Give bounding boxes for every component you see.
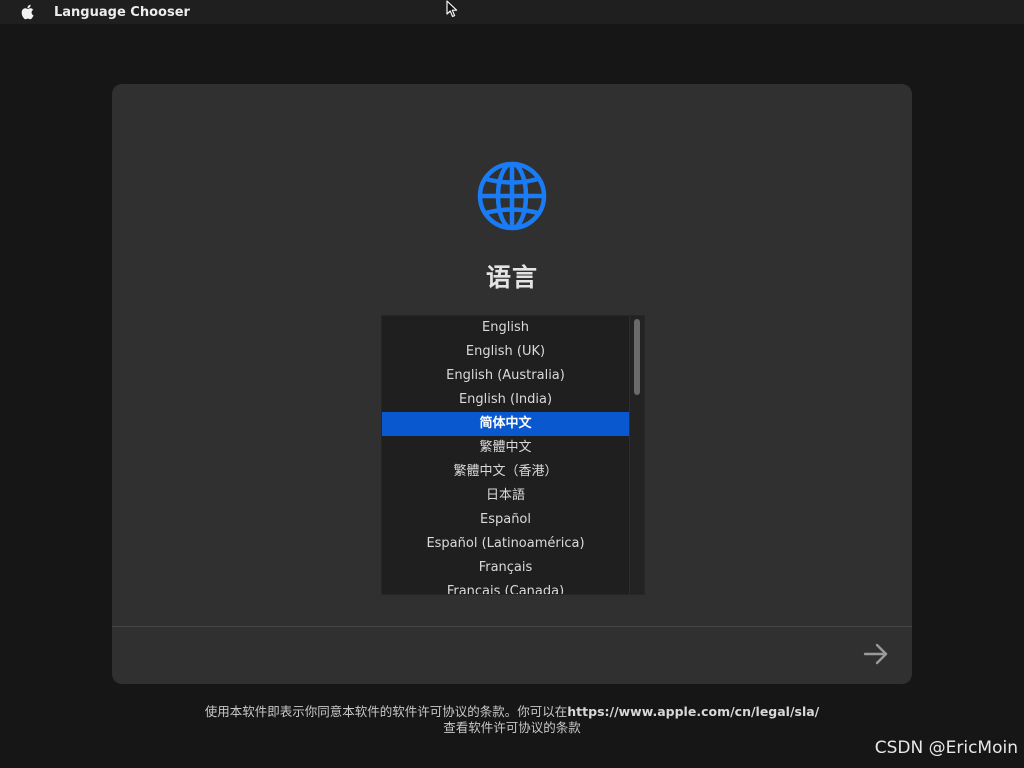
license-line-2: 查看软件许可协议的条款 [443,720,581,735]
language-list[interactable]: English English (UK) English (Australia) En… [381,315,645,595]
arrow-right-icon [863,643,888,665]
language-option[interactable]: English [382,316,629,340]
language-option[interactable]: Français (Canada) [382,580,629,594]
language-option[interactable]: 繁體中文（香港） [382,460,629,484]
scrollbar[interactable] [629,316,644,594]
language-option[interactable]: Français [382,556,629,580]
language-option[interactable]: English (India) [382,388,629,412]
globe-icon [476,160,548,232]
language-list-items: English English (UK) English (Australia) En… [382,316,629,594]
language-option[interactable]: Español [382,508,629,532]
language-option[interactable]: 繁體中文 [382,436,629,460]
apple-logo-icon[interactable] [0,0,54,24]
license-link[interactable]: https://www.apple.com/cn/legal/sla/ [567,704,819,719]
language-option[interactable]: 简体中文 [382,412,629,436]
license-line-1: 使用本软件即表示你同意本软件的软件许可协议的条款。你可以在https://www… [112,704,912,720]
language-chooser-window: 语言 English English (UK) English (Australia… [112,84,912,684]
app-name-menu[interactable]: Language Chooser [54,5,190,20]
language-option[interactable]: 日本語 [382,484,629,508]
footer-divider [112,626,912,627]
menu-bar: Language Chooser [0,0,1024,24]
license-text: 使用本软件即表示你同意本软件的软件许可协议的条款。你可以在 [204,704,568,719]
page-title: 语言 [485,263,538,292]
license-notice: 使用本软件即表示你同意本软件的软件许可协议的条款。你可以在https://www… [112,704,912,736]
next-button[interactable] [860,640,892,668]
language-option[interactable]: Español (Latinoamérica) [382,532,629,556]
language-option[interactable]: English (UK) [382,340,629,364]
scrollbar-thumb[interactable] [634,319,640,395]
language-option[interactable]: English (Australia) [382,364,629,388]
watermark: CSDN @EricMoin [874,738,1018,758]
mouse-pointer-icon [446,0,460,18]
